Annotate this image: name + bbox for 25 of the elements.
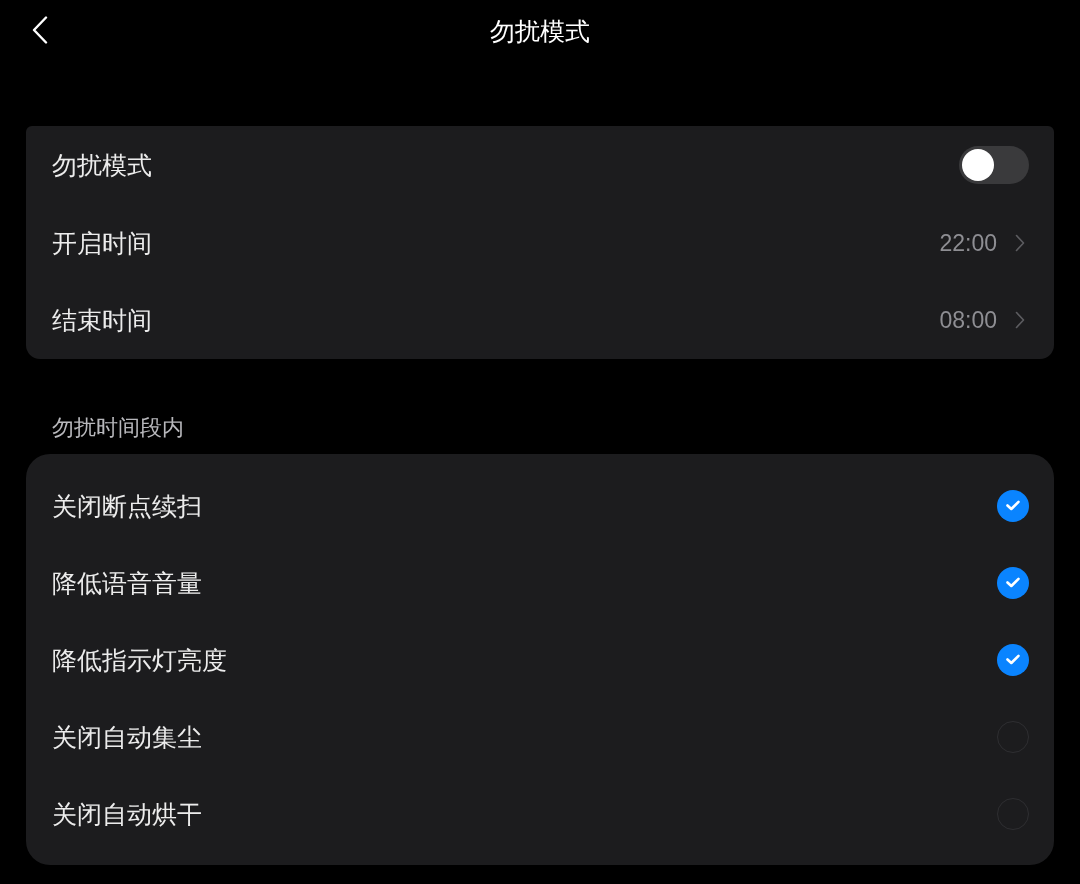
section-label: 勿扰时间段内 (52, 414, 184, 442)
checkbox[interactable] (997, 643, 1029, 676)
checkmark-icon (1006, 500, 1020, 511)
back-chevron-icon (32, 16, 48, 44)
option-label: 降低指示灯亮度 (52, 644, 227, 676)
back-button[interactable] (32, 16, 48, 44)
checkbox[interactable] (997, 566, 1029, 599)
checkbox[interactable] (997, 489, 1029, 522)
time-value: 08:00 (939, 306, 997, 336)
setting-label: 开启时间 (52, 227, 152, 259)
option-label: 降低语音音量 (52, 567, 202, 599)
option-label: 关闭自动烘干 (52, 798, 202, 830)
option-label: 关闭断点续扫 (52, 490, 202, 522)
toggle-switch[interactable] (959, 145, 1029, 184)
chevron-right-icon (1015, 233, 1025, 252)
checkmark-icon (1006, 577, 1020, 588)
chevron-right-icon (1015, 311, 1025, 330)
setting-label: 结束时间 (52, 305, 152, 337)
checkmark-icon (1006, 654, 1020, 665)
time-value: 22:00 (939, 228, 997, 258)
option-label: 关闭自动集尘 (52, 721, 202, 753)
setting-label: 勿扰模式 (52, 149, 152, 181)
time-row[interactable]: 开启时间 22:00 (26, 203, 1054, 282)
page-title: 勿扰模式 (490, 16, 590, 47)
time-row[interactable]: 结束时间 08:00 (26, 281, 1054, 359)
